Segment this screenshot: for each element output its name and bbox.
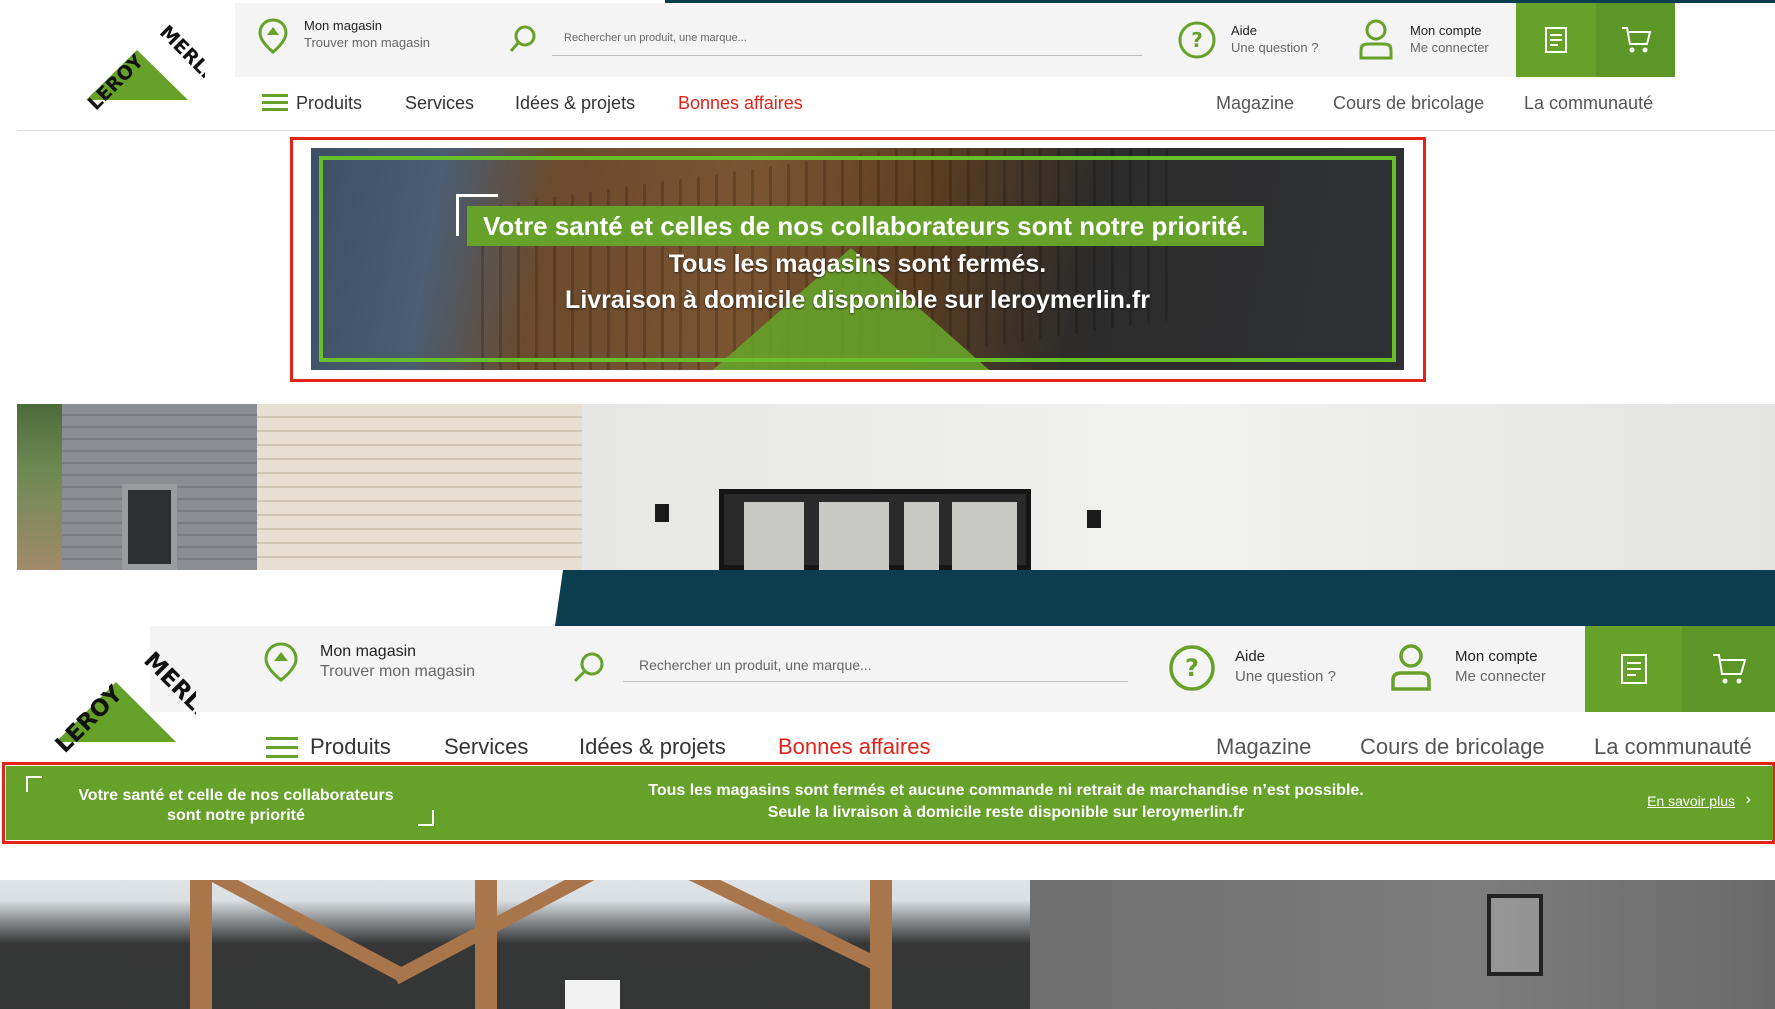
nav-services[interactable]: Services (405, 93, 474, 114)
account-subtitle[interactable]: Me connecter (1410, 40, 1489, 55)
help-title[interactable]: Aide (1231, 23, 1257, 38)
store-subtitle[interactable]: Trouver mon magasin (304, 35, 430, 50)
wall-lantern (1487, 894, 1543, 976)
store-title[interactable]: Mon magasin (320, 643, 416, 661)
store-title[interactable]: Mon magasin (304, 18, 382, 33)
nav-services[interactable]: Services (444, 734, 528, 760)
help-title[interactable]: Aide (1235, 648, 1265, 665)
old-site-screenshot: LEROY MERLIN Mon magasin Trouver mon mag… (0, 0, 1775, 570)
top-navy-band (555, 570, 1775, 626)
search-input[interactable]: Rechercher un produit, une marque... (623, 648, 1128, 682)
help-subtitle[interactable]: Une question ? (1235, 668, 1336, 685)
leroy-merlin-logo[interactable]: LEROY MERLIN (36, 646, 227, 758)
banner-priority-line1: Votre santé et celle de nos collaborateu… (78, 787, 394, 804)
svg-text:?: ? (1185, 654, 1199, 682)
banner-home-delivery: Livraison à domicile disponible sur lero… (565, 286, 1150, 314)
nav-magazine[interactable]: Magazine (1216, 734, 1311, 760)
new-site-screenshot: LEROY MERLIN Mon magasin Trouver mon mag… (0, 570, 1775, 1009)
hero-pergola-image (0, 880, 1775, 1009)
help-circle-icon[interactable]: ? (1177, 20, 1217, 65)
account-subtitle[interactable]: Me connecter (1455, 668, 1546, 685)
banner-priority-line2: sont notre priorité (167, 807, 305, 824)
account-title[interactable]: Mon compte (1455, 648, 1538, 665)
help-subtitle[interactable]: Une question ? (1231, 40, 1318, 55)
shopping-list-icon (1620, 654, 1647, 684)
banner-notice-text: Tous les magasins sont fermés et aucune … (436, 780, 1576, 824)
nav-deals[interactable]: Bonnes affaires (678, 93, 803, 114)
nav-products[interactable]: Produits (296, 93, 362, 114)
account-title[interactable]: Mon compte (1410, 23, 1482, 38)
nav-community[interactable]: La communauté (1594, 734, 1752, 760)
nav-diy-courses[interactable]: Cours de bricolage (1360, 734, 1545, 760)
search-icon[interactable] (508, 24, 538, 59)
hamburger-icon[interactable] (266, 736, 298, 765)
svg-text:?: ? (1191, 28, 1203, 52)
cart-icon (1712, 654, 1746, 684)
cart-button[interactable] (1596, 3, 1675, 77)
banner-notice-line1: Tous les magasins sont fermés et aucune … (648, 782, 1364, 799)
shopping-list-icon (1545, 27, 1567, 53)
learn-more-link[interactable]: En savoir plus (1647, 793, 1735, 809)
nav-diy-courses[interactable]: Cours de bricolage (1333, 93, 1484, 114)
location-pin-icon[interactable] (264, 642, 298, 687)
nav-community[interactable]: La communauté (1524, 93, 1653, 114)
search-input[interactable]: Rechercher un produit, une marque... (552, 28, 1142, 56)
nav-ideas-projects[interactable]: Idées & projets (515, 93, 635, 114)
search-icon[interactable] (572, 650, 606, 689)
nav-ideas-projects[interactable]: Idées & projets (579, 734, 726, 760)
nav-magazine[interactable]: Magazine (1216, 93, 1294, 114)
nav-products[interactable]: Produits (310, 734, 391, 760)
nav-deals[interactable]: Bonnes affaires (778, 734, 930, 760)
cart-button[interactable] (1682, 626, 1775, 712)
banner-headline: Votre santé et celles de nos collaborate… (467, 206, 1265, 246)
store-subtitle[interactable]: Trouver mon magasin (320, 663, 475, 681)
new-covid-banner[interactable]: Votre santé et celle de nos collaborateu… (6, 766, 1773, 840)
old-covid-banner[interactable]: Votre santé et celles de nos collaborate… (311, 148, 1404, 370)
hamburger-icon[interactable] (262, 93, 288, 118)
banner-notice-line2: Seule la livraison à domicile reste disp… (767, 804, 1245, 821)
banner-stores-closed: Tous les magasins sont fermés. (668, 250, 1047, 278)
banner-corner-mark-right (418, 810, 434, 826)
location-pin-icon[interactable] (258, 18, 288, 59)
user-icon[interactable] (1390, 643, 1432, 696)
banner-priority-text: Votre santé et celle de nos collaborateu… (36, 786, 436, 826)
user-icon[interactable] (1358, 18, 1394, 65)
shopping-list-button[interactable] (1516, 3, 1596, 77)
help-circle-icon[interactable]: ? (1168, 644, 1216, 697)
chevron-right-icon[interactable]: › (1746, 791, 1751, 809)
hero-house-image (17, 404, 1775, 570)
cart-icon (1621, 27, 1651, 53)
shopping-list-button[interactable] (1585, 626, 1682, 712)
